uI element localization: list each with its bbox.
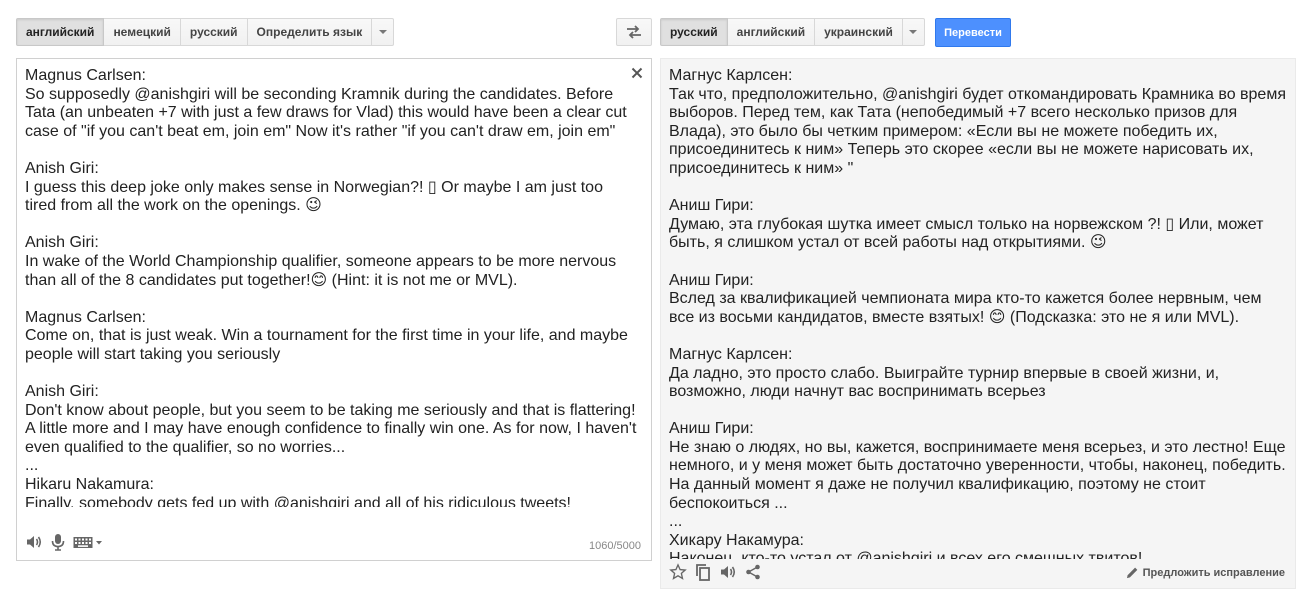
target-lang-ukrainian[interactable]: украинский: [815, 18, 903, 46]
source-textarea[interactable]: Magnus Carlsen: So supposedly @anishgiri…: [25, 67, 637, 507]
source-lang-detect[interactable]: Определить язык: [247, 18, 373, 46]
translate-button[interactable]: Перевести: [935, 18, 1011, 47]
suggest-edit-button[interactable]: Предложить исправление: [1126, 566, 1285, 579]
translation-text: Магнус Карлсен: Так что, предположительн…: [669, 67, 1286, 559]
chevron-down-icon: [378, 30, 387, 34]
swap-languages-button[interactable]: [616, 18, 652, 46]
keyboard-button[interactable]: [73, 532, 103, 552]
share-icon: [746, 564, 760, 580]
character-count: 1060/5000: [589, 540, 641, 552]
copy-translation-button[interactable]: [695, 562, 711, 582]
speaker-icon: [721, 566, 736, 578]
source-lang-russian[interactable]: русский: [180, 18, 248, 46]
listen-translation-button[interactable]: [719, 562, 737, 582]
listen-source-button[interactable]: [25, 532, 43, 552]
swap-icon: [627, 25, 641, 39]
microphone-icon: [51, 534, 65, 551]
close-icon: [631, 67, 643, 79]
source-lang-english[interactable]: английский: [16, 18, 105, 46]
target-lang-russian[interactable]: русский: [660, 18, 728, 46]
keyboard-icon: [73, 537, 102, 548]
source-lang-german[interactable]: немецкий: [104, 18, 181, 46]
source-panel: Magnus Carlsen: So supposedly @anishgiri…: [16, 58, 652, 561]
source-lang-dropdown[interactable]: [372, 18, 395, 46]
chevron-down-icon: [909, 30, 918, 34]
share-translation-button[interactable]: [745, 562, 761, 582]
source-language-bar: английский немецкий русский Определить я…: [16, 18, 395, 46]
voice-input-button[interactable]: [51, 532, 65, 552]
target-lang-english[interactable]: английский: [727, 18, 816, 46]
save-translation-button[interactable]: [669, 562, 687, 582]
target-language-bar: русский английский украинский: [660, 18, 925, 46]
target-lang-dropdown[interactable]: [902, 18, 925, 46]
pencil-icon: [1126, 567, 1137, 579]
translation-toolbar: [669, 562, 761, 582]
translation-panel: Магнус Карлсен: Так что, предположительн…: [660, 58, 1296, 589]
star-icon: [669, 563, 687, 580]
clear-source-button[interactable]: [629, 65, 645, 81]
source-toolbar: [25, 532, 103, 552]
speaker-icon: [27, 536, 42, 548]
copy-icon: [696, 564, 710, 581]
suggest-edit-label: Предложить исправление: [1142, 566, 1285, 579]
